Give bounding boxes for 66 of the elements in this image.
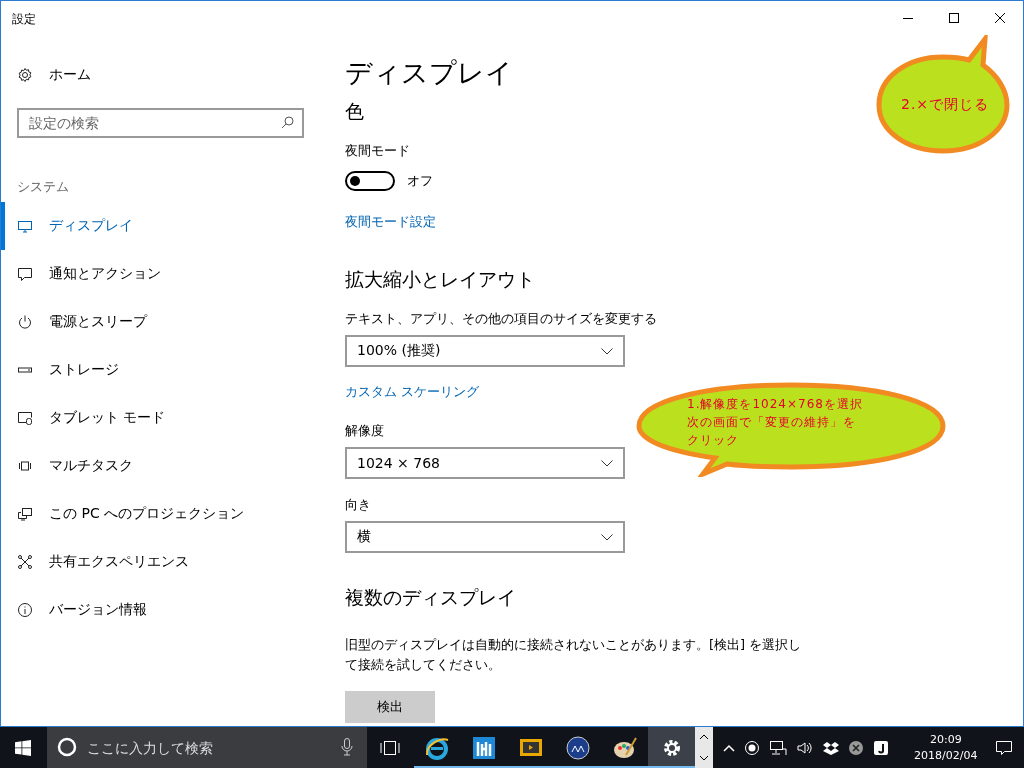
- sidebar-item[interactable]: タブレット モード: [1, 394, 331, 442]
- chevron-icon: [601, 459, 613, 467]
- toggle-state: オフ: [407, 172, 433, 190]
- settings-link[interactable]: カスタム スケーリング: [345, 383, 480, 401]
- power-icon: [17, 314, 33, 330]
- settings-icon: [17, 67, 33, 83]
- section-heading: 複数のディスプレイ: [345, 585, 516, 610]
- microphone-icon: [340, 738, 353, 756]
- dropdown[interactable]: 横: [345, 521, 625, 553]
- window-stack-icon: [17, 458, 33, 474]
- settings-icon[interactable]: [648, 727, 696, 768]
- description-text: 旧型のディスプレイは自動的に接続されないことがあります。[検出] を選択して接続を試してください。: [345, 636, 803, 674]
- toggle-switch[interactable]: [345, 171, 395, 191]
- info-icon: [17, 602, 33, 618]
- clock[interactable]: 20:09 2018/02/04: [906, 731, 985, 764]
- sidebar-item[interactable]: 共有エクスペリエンス: [1, 538, 331, 586]
- chevron-up-icon[interactable]: [722, 743, 735, 752]
- section-heading: 拡大縮小とレイアウト: [345, 267, 535, 292]
- sidebar-item[interactable]: 電源とスリープ: [1, 298, 331, 346]
- share-icon: [17, 554, 33, 570]
- speech-bubble-icon: [17, 266, 33, 282]
- chevron-up-icon: [698, 734, 709, 741]
- box-app-icon[interactable]: [822, 740, 839, 755]
- dropdown[interactable]: 1024 × 768: [345, 447, 625, 479]
- clock-time: 20:09: [929, 731, 962, 748]
- page-title: ディスプレイ: [345, 56, 513, 90]
- chevron-down-icon: [698, 754, 709, 761]
- x-circle-icon[interactable]: [847, 739, 864, 756]
- record-icon[interactable]: [743, 739, 760, 756]
- clock-date: 2018/02/04: [914, 747, 978, 764]
- search-icon: [281, 116, 294, 129]
- sidebar-item[interactable]: バージョン情報: [1, 586, 331, 634]
- setting-label: 夜間モード: [345, 142, 410, 160]
- monitor-icon: [17, 218, 33, 234]
- maximize-icon: [949, 13, 959, 23]
- group-heading: システム: [17, 178, 70, 196]
- callout-text: 1.解像度を1024×768を選択 次の画面で「変更の維持」を クリック: [687, 396, 863, 449]
- sidebar-item[interactable]: この PC へのプロジェクション: [1, 490, 331, 538]
- sidebar-item[interactable]: ディスプレイ: [1, 202, 331, 250]
- callout-text: 2.×で閉じる: [901, 95, 990, 113]
- windows-logo: [15, 739, 32, 756]
- network-icon[interactable]: [768, 739, 787, 756]
- home-link[interactable]: ホーム: [17, 58, 331, 92]
- window-title: 設定: [12, 11, 36, 28]
- taskbar-search-field[interactable]: ここに入力して検索: [46, 727, 367, 768]
- app-tray-icon[interactable]: [872, 739, 889, 756]
- dropdown[interactable]: 100% (推奨): [345, 335, 625, 367]
- sidebar-item[interactable]: ストレージ: [1, 346, 331, 394]
- sidebar-item[interactable]: 通知とアクション: [1, 250, 331, 298]
- sidebar-item[interactable]: マルチタスク: [1, 442, 331, 490]
- task-view-icon: [379, 739, 402, 756]
- setting-label: 解像度: [345, 422, 384, 440]
- settings-link[interactable]: 夜間モード設定: [345, 213, 436, 231]
- chevron-icon: [601, 347, 613, 355]
- detect-button[interactable]: 検出: [345, 691, 435, 723]
- search-field[interactable]: 設定の検索: [17, 108, 304, 138]
- setting-label: 向き: [345, 496, 371, 514]
- tablet-icon: [17, 410, 33, 426]
- screens-icon: [17, 506, 33, 522]
- speaker-icon[interactable]: [795, 739, 814, 756]
- notification-icon: [995, 739, 1014, 756]
- setting-label: テキスト、アプリ、その他の項目のサイズを変更する: [345, 310, 657, 328]
- chevron-icon: [601, 533, 613, 541]
- close-icon: [995, 13, 1005, 23]
- section-heading: 色: [345, 99, 364, 124]
- cortana-icon: [56, 737, 77, 757]
